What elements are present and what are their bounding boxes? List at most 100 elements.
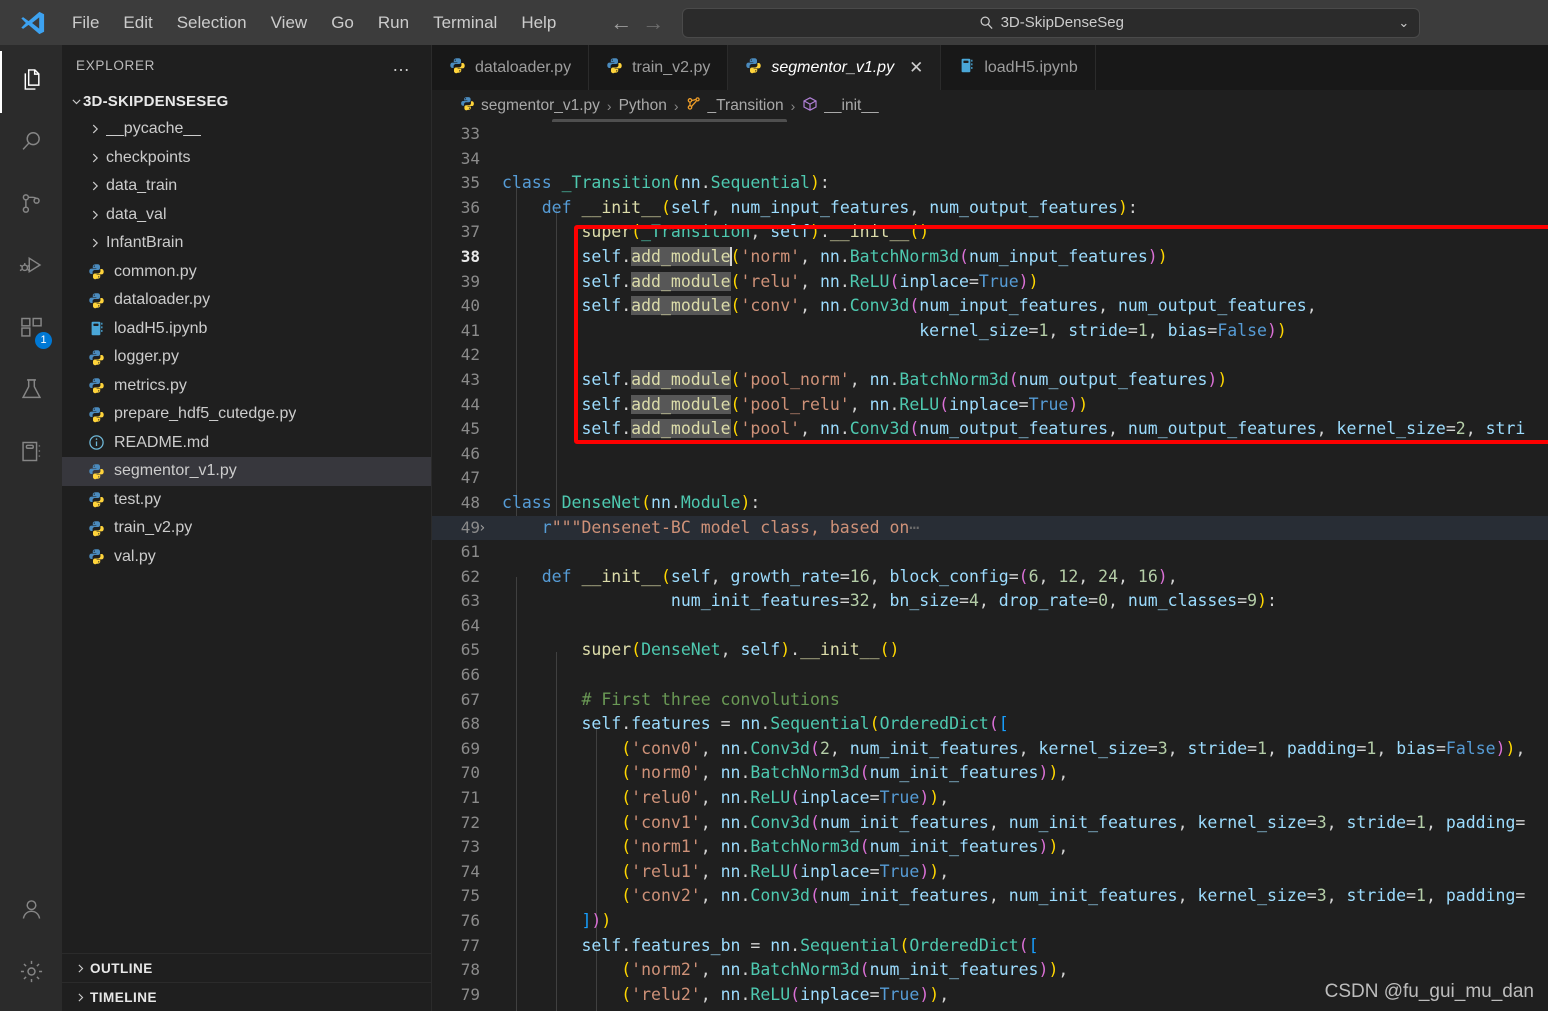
menu-view[interactable]: View xyxy=(259,9,320,37)
activitybar-item-manage[interactable] xyxy=(0,943,62,1005)
menu-selection[interactable]: Selection xyxy=(165,9,259,37)
code-line[interactable]: 62 def __init__(self, growth_rate=16, bl… xyxy=(432,565,1548,590)
code-line[interactable]: 35 class _Transition(nn.Sequential): xyxy=(432,171,1548,196)
activitybar-item-accounts[interactable] xyxy=(0,881,62,943)
code-line[interactable]: 65 super(DenseNet, self).__init__() xyxy=(432,638,1548,663)
breadcrumb: segmentor_v1.py › Python › _Transition ›… xyxy=(432,90,1548,124)
tree-item-segmentor-v1-py[interactable]: segmentor_v1.py xyxy=(62,457,431,486)
code-line[interactable]: 36 def __init__(self, num_input_features… xyxy=(432,196,1548,221)
activitybar-item-run-and-debug[interactable] xyxy=(0,237,62,299)
quick-input-bar[interactable]: 3D-SkipDenseSeg ⌄ xyxy=(682,7,1421,38)
menu-edit[interactable]: Edit xyxy=(111,9,164,37)
code-line-content: self.add_module('pool_relu', nn.ReLU(inp… xyxy=(581,394,1089,414)
code-line[interactable]: 48 class DenseNet(nn.Module): xyxy=(432,491,1548,516)
activitybar-item-source-control[interactable] xyxy=(0,175,62,237)
arrow-right-icon[interactable]: → xyxy=(642,11,664,34)
activitybar-item-notebook[interactable] xyxy=(0,423,62,485)
arrow-left-icon[interactable]: ← xyxy=(610,11,632,34)
code-line[interactable]: 75 ('conv2', nn.Conv3d(num_init_features… xyxy=(432,884,1548,909)
activitybar-item-testing[interactable] xyxy=(0,361,62,423)
code-line[interactable]: 40 self.add_module('conv', nn.Conv3d(num… xyxy=(432,294,1548,319)
menu-help[interactable]: Help xyxy=(509,9,568,37)
tree-item-loadh5-ipynb[interactable]: loadH5.ipynb xyxy=(62,315,431,344)
tree-item-infantbrain[interactable]: InfantBrain xyxy=(62,229,431,258)
tree-item-checkpoints[interactable]: checkpoints xyxy=(62,144,431,173)
activitybar-item-search[interactable] xyxy=(0,113,62,175)
code-line[interactable]: 41 kernel_size=1, stride=1, bias=False)) xyxy=(432,319,1548,344)
code-line[interactable]: 63 num_init_features=32, bn_size=4, drop… xyxy=(432,589,1548,614)
tree-item-logger-py[interactable]: logger.py xyxy=(62,343,431,372)
code-line[interactable]: 67 # First three convolutions xyxy=(432,688,1548,713)
code-editor[interactable]: 33 34 35 class _Transition(nn.Sequential): 3… xyxy=(432,122,1548,1011)
menu-bar: File Edit Selection View Go Run Terminal… xyxy=(60,9,568,37)
line-number: 37 xyxy=(460,222,480,242)
tree-item-metrics-py[interactable]: metrics.py xyxy=(62,372,431,401)
code-line[interactable]: 64 xyxy=(432,614,1548,639)
code-line[interactable]: 47 xyxy=(432,466,1548,491)
menu-go[interactable]: Go xyxy=(319,9,366,37)
tab-segmentor-v1-py[interactable]: segmentor_v1.py ✕ xyxy=(728,45,942,90)
activitybar-item-extensions[interactable]: 1 xyxy=(0,299,62,361)
timeline-panel-header[interactable]: TIMELINE xyxy=(62,982,431,1011)
code-line[interactable]: 66 xyxy=(432,663,1548,688)
line-number: 36 xyxy=(460,197,480,217)
code-line[interactable]: 69 ('conv0', nn.Conv3d(2, num_init_featu… xyxy=(432,737,1548,762)
outline-panel-header[interactable]: OUTLINE xyxy=(62,953,431,982)
code-line[interactable]: 38 self.add_module('norm', nn.BatchNorm3… xyxy=(432,245,1548,270)
code-line[interactable]: 76 ])) xyxy=(432,909,1548,934)
navigation-arrows: ← → xyxy=(610,11,664,34)
menu-terminal[interactable]: Terminal xyxy=(421,9,509,37)
tree-item--pycache-[interactable]: __pycache__ xyxy=(62,115,431,144)
code-line[interactable]: 43 self.add_module('pool_norm', nn.Batch… xyxy=(432,368,1548,393)
python-icon xyxy=(606,57,623,79)
code-line[interactable]: 49 › r"""Densenet-BC model class, based o… xyxy=(432,515,1548,541)
code-line[interactable]: 33 xyxy=(432,122,1548,147)
code-line[interactable]: 68 self.features = nn.Sequential(Ordered… xyxy=(432,712,1548,737)
code-line[interactable]: 74 ('relu1', nn.ReLU(inplace=True)), xyxy=(432,860,1548,885)
code-line[interactable]: 72 ('conv1', nn.Conv3d(num_init_features… xyxy=(432,811,1548,836)
tree-item-data-train[interactable]: data_train xyxy=(62,172,431,201)
code-line[interactable]: 34 xyxy=(432,147,1548,172)
code-line[interactable]: 78 ('norm2', nn.BatchNorm3d(num_init_fea… xyxy=(432,958,1548,983)
breadcrumb-item-file[interactable]: segmentor_v1.py xyxy=(460,96,600,116)
menu-file[interactable]: File xyxy=(60,9,111,37)
code-line[interactable]: 44 self.add_module('pool_relu', nn.ReLU(… xyxy=(432,393,1548,418)
code-line[interactable]: 39 self.add_module('relu', nn.ReLU(inpla… xyxy=(432,270,1548,295)
tree-item-data-val[interactable]: data_val xyxy=(62,201,431,230)
breadcrumb-item-class[interactable]: _Transition xyxy=(686,96,784,117)
breadcrumb-item-language[interactable]: Python xyxy=(619,97,667,115)
code-line[interactable]: 77 self.features_bn = nn.Sequential(Orde… xyxy=(432,934,1548,959)
chevron-down-icon[interactable]: ⌄ xyxy=(1398,15,1409,31)
code-line[interactable]: 70 ('norm0', nn.BatchNorm3d(num_init_fea… xyxy=(432,761,1548,786)
tree-item-test-py[interactable]: test.py xyxy=(62,486,431,515)
chevron-right-icon: › xyxy=(790,98,796,114)
code-line[interactable]: 37 super(_Transition, self).__init__() xyxy=(432,220,1548,245)
tree-item-dataloader-py[interactable]: dataloader.py xyxy=(62,286,431,315)
code-line[interactable]: 71 ('relu0', nn.ReLU(inplace=True)), xyxy=(432,786,1548,811)
tree-item-label: logger.py xyxy=(114,348,179,366)
tree-item-train-v2-py[interactable]: train_v2.py xyxy=(62,514,431,543)
line-number: 33 xyxy=(460,124,480,143)
more-actions-icon[interactable]: … xyxy=(382,55,421,76)
tree-item-readme-md[interactable]: README.md xyxy=(62,429,431,458)
code-line[interactable]: 42 xyxy=(432,343,1548,368)
activitybar-item-explorer[interactable] xyxy=(0,51,62,113)
beaker-icon xyxy=(18,376,45,408)
tree-root-folder[interactable]: 3D-SKIPDENSESEG xyxy=(62,87,431,115)
code-line[interactable]: 45 self.add_module('pool', nn.Conv3d(num… xyxy=(432,417,1548,442)
python-icon xyxy=(84,463,108,480)
tree-item-val-py[interactable]: val.py xyxy=(62,543,431,572)
close-icon[interactable]: ✕ xyxy=(909,58,923,78)
breadcrumb-item-method[interactable]: __init__ xyxy=(802,96,879,117)
tab-train-v2-py[interactable]: train_v2.py xyxy=(589,45,729,90)
tree-item-common-py[interactable]: common.py xyxy=(62,258,431,287)
tree-item-label: __pycache__ xyxy=(106,120,202,138)
code-line[interactable]: 46 xyxy=(432,442,1548,467)
tab-loadh5-ipynb[interactable]: loadH5.ipynb xyxy=(941,45,1096,90)
code-line[interactable]: 61 xyxy=(432,540,1548,565)
menu-run[interactable]: Run xyxy=(366,9,421,37)
fold-chevron-icon[interactable]: › xyxy=(478,516,486,541)
tab-dataloader-py[interactable]: dataloader.py xyxy=(432,45,590,90)
tree-item-prepare-hdf5-cutedge-py[interactable]: prepare_hdf5_cutedge.py xyxy=(62,400,431,429)
code-line[interactable]: 73 ('norm1', nn.BatchNorm3d(num_init_fea… xyxy=(432,835,1548,860)
